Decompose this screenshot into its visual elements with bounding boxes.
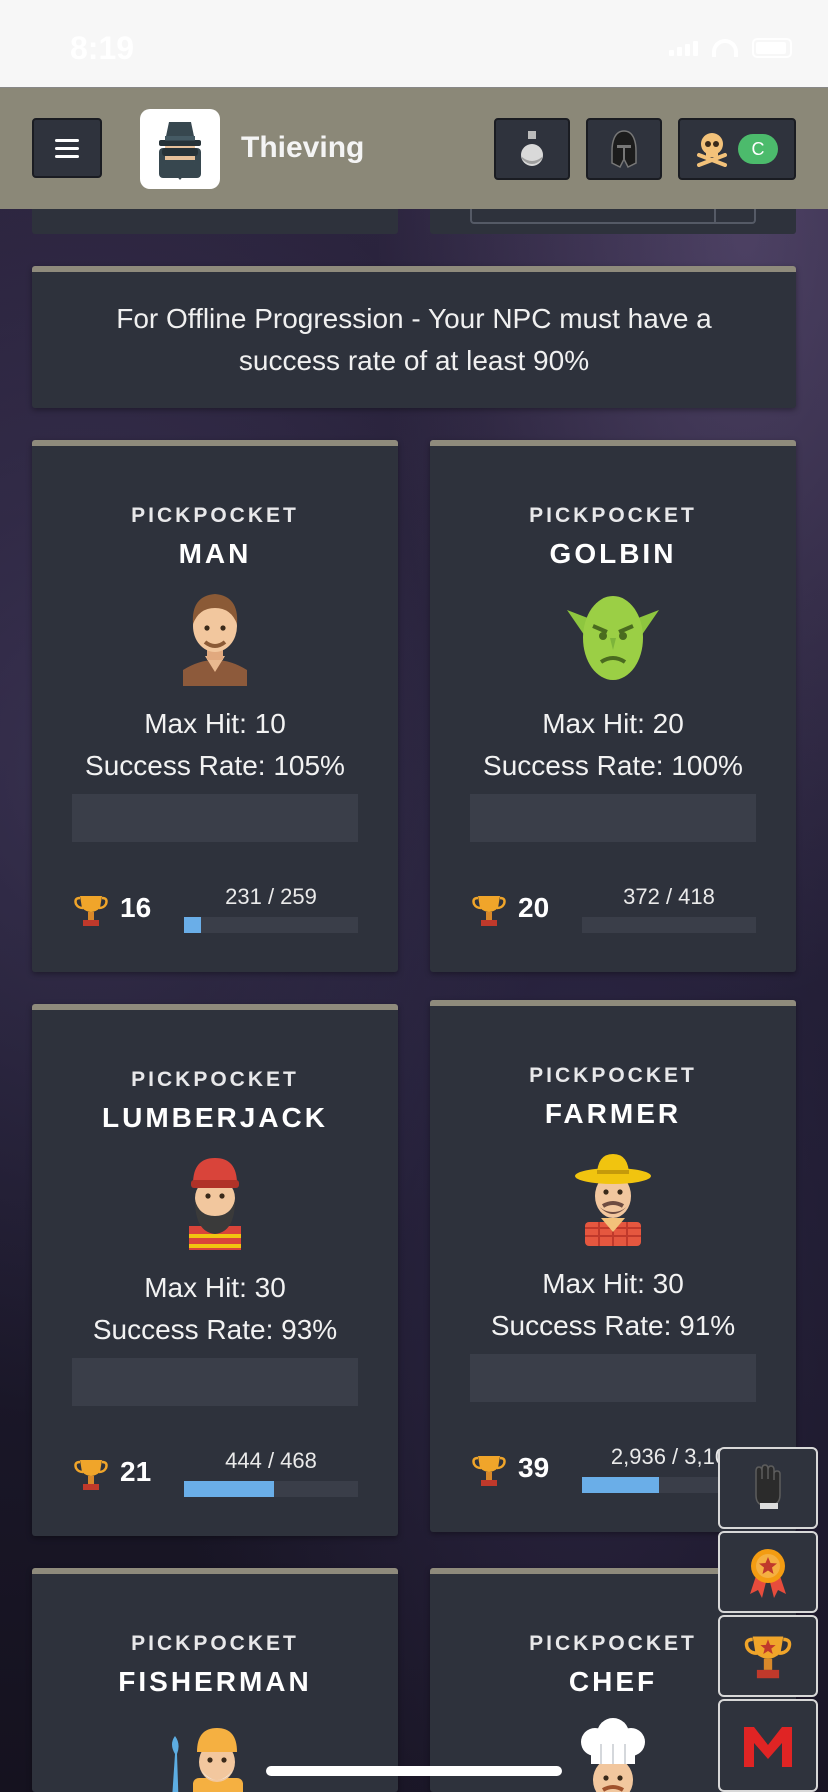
mastery-level: 20 — [518, 892, 550, 923]
mastery-xp: 231 / 259 — [225, 884, 317, 909]
npc-card-fisherman[interactable]: PICKPOCKET FISHERMAN — [32, 1568, 398, 1792]
npc-success-rate: Success Rate: 100% — [483, 750, 743, 781]
npc-name: FISHERMAN — [118, 1666, 312, 1697]
man-avatar-icon — [183, 594, 247, 686]
mastery-progress-bar — [184, 917, 358, 933]
status-bar: 8:19 — [0, 0, 828, 88]
home-indicator — [266, 1766, 562, 1776]
npc-action-label: PICKPOCKET — [131, 504, 299, 527]
npc-name: LUMBERJACK — [102, 1102, 328, 1133]
achievements-button[interactable] — [718, 1615, 818, 1697]
npc-action-slot — [72, 1358, 358, 1406]
mastery-level: 39 — [518, 1452, 550, 1483]
mastery-medal-button[interactable] — [718, 1531, 818, 1613]
mastery-progress-fill — [184, 1481, 275, 1497]
status-time: 8:19 — [70, 30, 135, 66]
mastery-level: 21 — [120, 1456, 152, 1487]
mastery-xp: 372 / 418 — [623, 884, 715, 909]
mastery-progress-bar — [582, 917, 756, 933]
npc-card-man[interactable]: PICKPOCKET MAN Max Hit: 10 Success Rate:… — [32, 440, 398, 972]
npc-action-label: PICKPOCKET — [131, 1632, 299, 1655]
npc-success-rate: Success Rate: 91% — [490, 1310, 736, 1341]
trophy-icon — [74, 896, 108, 926]
skull-crossbones-icon — [697, 133, 727, 167]
menu-button[interactable] — [32, 118, 102, 178]
equipment-helmet-icon — [611, 130, 637, 169]
npc-success-rate: Success Rate: 105% — [85, 750, 345, 781]
mastery-level: 16 — [120, 892, 152, 923]
trophy-icon — [744, 1636, 792, 1679]
combat-button[interactable]: C — [678, 118, 796, 180]
npc-max-hit: Max Hit: 30 — [542, 1268, 684, 1299]
status-icons — [669, 38, 792, 58]
equipment-button[interactable] — [586, 118, 662, 180]
chef-avatar-icon — [581, 1718, 645, 1792]
combat-badge: C — [738, 134, 778, 164]
npc-action-label: PICKPOCKET — [529, 504, 697, 527]
npc-card-lumberjack[interactable]: PICKPOCKET LUMBERJACK Max Hit: 30 Succes… — [32, 1004, 398, 1536]
golbin-avatar-icon — [567, 596, 659, 680]
trophy-icon — [74, 1460, 108, 1490]
trophy-icon — [472, 1456, 506, 1486]
offline-info-panel: For Offline Progression - Your NPC must … — [32, 266, 796, 408]
mastery-xp: 444 / 468 — [225, 1448, 317, 1473]
npc-success-rate: Success Rate: 93% — [92, 1314, 338, 1345]
fisherman-avatar-icon — [172, 1728, 243, 1792]
mastery-medal-icon — [750, 1549, 786, 1598]
npc-name: MAN — [178, 538, 252, 569]
npc-action-slot — [470, 1354, 756, 1402]
melvor-logo-button[interactable] — [718, 1699, 818, 1792]
thieving-skill-icon — [140, 109, 220, 189]
mastery-progress-bar — [184, 1481, 358, 1497]
npc-action-slot — [470, 794, 756, 842]
page-title: Thieving — [241, 131, 365, 164]
wifi-icon — [712, 39, 738, 57]
npc-name: GOLBIN — [549, 538, 677, 569]
npc-name: FARMER — [544, 1098, 682, 1129]
npc-max-hit: Max Hit: 20 — [542, 708, 684, 739]
potion-icon — [521, 131, 543, 166]
trophy-icon — [472, 896, 506, 926]
npc-action-slot — [72, 794, 358, 842]
signal-icon — [669, 40, 698, 56]
app-header: Thieving C — [0, 88, 828, 209]
npc-max-hit: Max Hit: 10 — [144, 708, 286, 739]
npc-max-hit: Max Hit: 30 — [144, 1272, 286, 1303]
npc-action-label: PICKPOCKET — [529, 1064, 697, 1087]
melvor-logo-icon — [744, 1726, 792, 1767]
potion-button[interactable] — [494, 118, 570, 180]
mastery-progress-fill — [184, 917, 202, 933]
npc-action-label: PICKPOCKET — [131, 1068, 299, 1091]
lumberjack-avatar-icon — [189, 1158, 241, 1250]
offline-info-text: For Offline Progression - Your NPC must … — [116, 303, 712, 376]
thieving-glove-button[interactable] — [718, 1447, 818, 1529]
npc-card-golbin[interactable]: PICKPOCKET GOLBIN Max Hit: 20 Success Ra… — [430, 440, 796, 972]
mastery-progress-fill — [582, 1477, 659, 1493]
battery-icon — [752, 38, 792, 58]
farmer-avatar-icon — [575, 1154, 651, 1246]
thieving-glove-icon — [755, 1464, 781, 1509]
